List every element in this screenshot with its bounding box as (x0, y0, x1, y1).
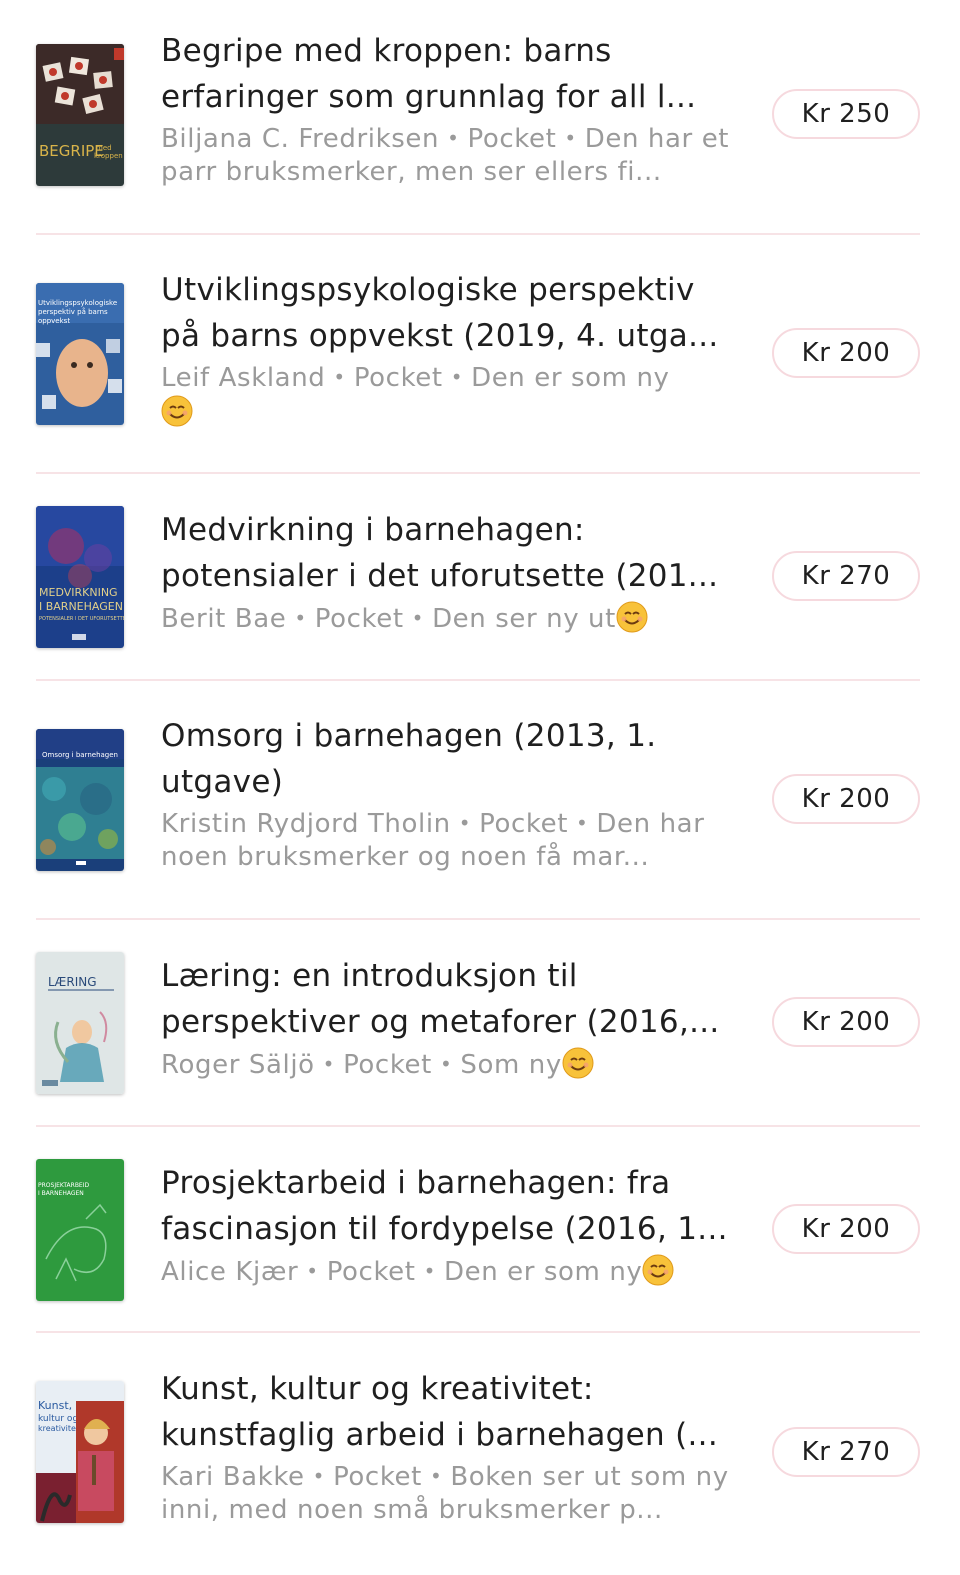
book-cover[interactable]: PROSJEKTARBEID I BARNEHAGEN (36, 1159, 124, 1301)
separator: • (439, 1052, 453, 1076)
svg-text:POTENSIALER I DET UFORUTSETTE: POTENSIALER I DET UFORUTSETTE (39, 616, 124, 622)
listing-meta: Kari Bakke • Pocket • Boken ser ut som ny in… (161, 1460, 736, 1527)
svg-text:I BARNEHAGEN: I BARNEHAGEN (38, 1190, 84, 1197)
svg-text:kultur og: kultur og (38, 1414, 78, 1424)
separator: • (411, 606, 425, 630)
separator: • (564, 126, 577, 150)
condition: Den ser ny ut (432, 604, 616, 634)
separator: • (322, 1052, 336, 1076)
book-cover[interactable]: BEGRIPE med kroppen (36, 44, 124, 186)
listing-title[interactable]: Medvirkning i barnehagen: potensialer i … (161, 507, 736, 599)
listing-title[interactable]: Kunst, kultur og kreativitet: kunstfagli… (161, 1366, 736, 1458)
separator: • (423, 1259, 436, 1283)
svg-text:kroppen: kroppen (94, 152, 123, 160)
price-button[interactable]: Kr 270 (772, 551, 920, 601)
condition: Som ny (460, 1050, 562, 1080)
price-button[interactable]: Kr 200 (772, 774, 920, 824)
author: Kristin Rydjord Tholin (161, 809, 451, 839)
smiling-face-emoji-icon (161, 395, 193, 427)
listing-title[interactable]: Læring: en introduksjon til perspektiver… (161, 953, 736, 1045)
smiling-face-emoji-icon (642, 1254, 674, 1286)
listing-meta: Biljana C. Fredriksen • Pocket • Den har et … (161, 122, 736, 189)
separator: • (450, 365, 464, 389)
listing-meta: Roger Säljö • Pocket • Som ny (161, 1047, 736, 1082)
author: Leif Askland (161, 363, 326, 393)
smiling-face-emoji-icon (562, 1047, 594, 1079)
divider (36, 1331, 920, 1333)
format: Pocket (467, 124, 557, 154)
author: Berit Bae (161, 604, 287, 634)
smiling-face-emoji-icon (616, 601, 648, 633)
divider (36, 1125, 920, 1127)
format: Pocket (326, 1257, 416, 1287)
separator: • (429, 1464, 443, 1488)
separator: • (294, 606, 307, 630)
condition: Den er som ny (443, 1257, 643, 1287)
format: Pocket (343, 1050, 432, 1080)
listing-title[interactable]: Omsorg i barnehagen (2013, 1. utgave) (161, 713, 736, 805)
divider (36, 679, 920, 681)
format: Pocket (314, 604, 404, 634)
book-cover[interactable]: LÆRING (36, 952, 124, 1094)
book-cover[interactable]: Omsorg i barnehagen (36, 729, 124, 871)
book-cover[interactable]: Utviklingspsykologiske perspektiv på bar… (36, 283, 124, 425)
price-button[interactable]: Kr 200 (772, 328, 920, 378)
author: Biljana C. Fredriksen (161, 124, 440, 154)
listing-title[interactable]: Utviklingspsykologiske perspektiv på bar… (161, 267, 736, 359)
price-button[interactable]: Kr 200 (772, 997, 920, 1047)
svg-text:perspektiv på barns: perspektiv på barns (38, 307, 108, 316)
format: Pocket (353, 363, 443, 393)
listing-meta: Berit Bae • Pocket • Den ser ny ut (161, 601, 736, 636)
separator: • (306, 1259, 319, 1283)
svg-text:PROSJEKTARBEID: PROSJEKTARBEID (38, 1182, 89, 1189)
svg-text:LÆRING: LÆRING (48, 975, 97, 989)
svg-text:kreativitet: kreativitet (38, 1424, 79, 1433)
svg-text:MEDVIRKNING: MEDVIRKNING (39, 586, 118, 599)
author: Kari Bakke (161, 1462, 305, 1492)
author: Alice Kjær (161, 1257, 299, 1287)
listing-meta: Alice Kjær • Pocket • Den er som ny (161, 1254, 736, 1289)
divider (36, 918, 920, 920)
listing-meta: Leif Askland • Pocket • Den er som ny (161, 361, 736, 430)
svg-text:Kunst,: Kunst, (38, 1399, 72, 1412)
divider (36, 472, 920, 474)
svg-text:Utviklingspsykologiske: Utviklingspsykologiske (38, 299, 117, 307)
separator: • (447, 126, 460, 150)
separator: • (576, 811, 589, 835)
condition: Den er som ny (471, 363, 670, 393)
format: Pocket (479, 809, 569, 839)
listing-title[interactable]: Begripe med kroppen: barns erfaringer so… (161, 28, 736, 120)
listing-meta: Kristin Rydjord Tholin • Pocket • Den har no… (161, 807, 736, 874)
format: Pocket (333, 1462, 422, 1492)
divider (36, 233, 920, 235)
price-button[interactable]: Kr 250 (772, 89, 920, 139)
svg-text:med: med (96, 144, 112, 152)
svg-text:I BARNEHAGEN: I BARNEHAGEN (39, 600, 123, 613)
price-button[interactable]: Kr 200 (772, 1204, 920, 1254)
book-cover[interactable]: MEDVIRKNING I BARNEHAGEN POTENSIALER I D… (36, 506, 124, 648)
separator: • (333, 365, 346, 389)
book-cover[interactable]: Kunst, kultur og kreativitet (36, 1381, 124, 1523)
separator: • (312, 1464, 326, 1488)
svg-text:oppvekst: oppvekst (38, 317, 70, 325)
author: Roger Säljö (161, 1050, 315, 1080)
separator: • (458, 811, 472, 835)
listing-title[interactable]: Prosjektarbeid i barnehagen: fra fascina… (161, 1160, 736, 1252)
svg-text:Omsorg i barnehagen: Omsorg i barnehagen (42, 751, 118, 759)
price-button[interactable]: Kr 270 (772, 1427, 920, 1477)
